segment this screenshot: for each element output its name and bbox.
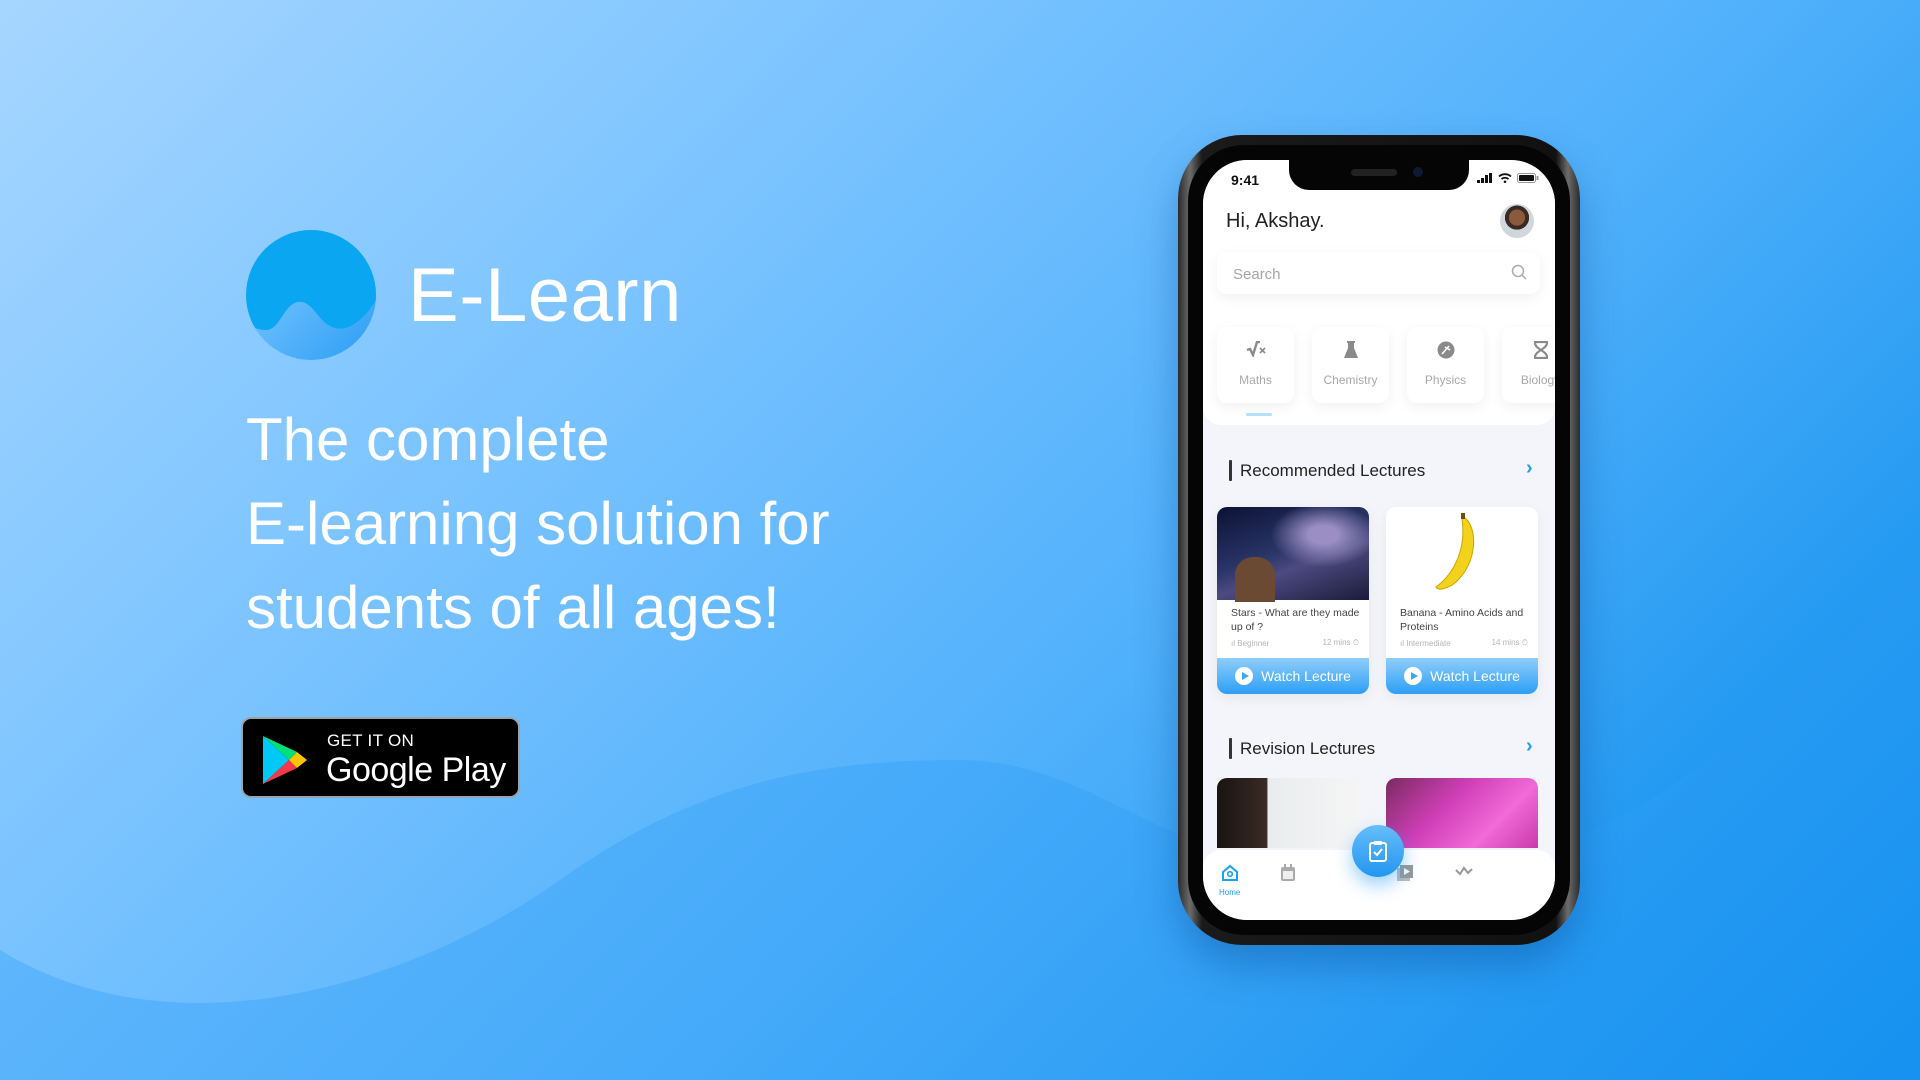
user-avatar[interactable] bbox=[1500, 204, 1534, 238]
tab-home[interactable]: Home bbox=[1219, 864, 1240, 897]
lecture-card[interactable]: Stars - What are they made up of ? ıl Be… bbox=[1217, 507, 1369, 694]
phone-notch bbox=[1289, 160, 1469, 190]
headline-line: E-learning solution for bbox=[246, 490, 830, 557]
section-recommended-title: Recommended Lectures bbox=[1229, 460, 1425, 481]
category-label: Biology bbox=[1520, 373, 1555, 387]
play-icon bbox=[1404, 667, 1423, 685]
category-label: Physics bbox=[1424, 373, 1467, 387]
headline-line: The complete bbox=[246, 406, 610, 473]
floating-action-button[interactable] bbox=[1352, 825, 1404, 877]
headline-line: students of all ages! bbox=[246, 574, 780, 641]
status-time: 9:41 bbox=[1231, 172, 1260, 188]
search-box bbox=[1217, 252, 1540, 296]
google-play-badge[interactable]: GET IT ON Google Play bbox=[241, 717, 520, 798]
whiteboard-drawing-image[interactable] bbox=[1217, 778, 1359, 848]
calendar-icon bbox=[1281, 864, 1295, 881]
search-icon[interactable] bbox=[1511, 264, 1527, 280]
google-play-icon bbox=[263, 736, 307, 784]
timer-icon: ⏱ bbox=[1352, 638, 1359, 647]
night-sky-image bbox=[1217, 507, 1369, 602]
category-active-indicator bbox=[1246, 413, 1272, 416]
category-chemistry[interactable]: Chemistry bbox=[1312, 327, 1389, 403]
search-input[interactable] bbox=[1231, 252, 1495, 296]
lecture-level: ıl Beginner bbox=[1231, 639, 1270, 648]
lecture-title: Banana - Amino Acids and Proteins bbox=[1400, 607, 1524, 633]
tab-activity[interactable] bbox=[1455, 864, 1473, 883]
lecture-duration: 14 mins ⏱ bbox=[1491, 638, 1529, 647]
section-revision-title: Revision Lectures bbox=[1229, 738, 1375, 759]
lecture-duration: 12 mins ⏱ bbox=[1322, 638, 1360, 647]
category-label: Chemistry bbox=[1323, 373, 1378, 387]
lecture-card[interactable]: Banana - Amino Acids and Proteins ıl Int… bbox=[1386, 507, 1538, 694]
flask-icon bbox=[1343, 341, 1358, 358]
home-icon bbox=[1221, 864, 1238, 881]
phone-screen: 9:41 Hi, Akshay. Maths Chemistry Physics… bbox=[1203, 160, 1555, 920]
category-physics[interactable]: Physics bbox=[1407, 327, 1484, 403]
status-icons bbox=[1477, 173, 1539, 183]
banana-image bbox=[1386, 507, 1538, 600]
play-icon bbox=[1235, 667, 1254, 685]
tab-calendar[interactable] bbox=[1280, 864, 1296, 887]
clipboard-check-icon bbox=[1369, 841, 1387, 862]
tab-videos[interactable] bbox=[1396, 864, 1414, 887]
battery-icon bbox=[1517, 173, 1539, 183]
section-title-text: Recommended Lectures bbox=[1240, 460, 1426, 480]
badge-small-text: GET IT ON bbox=[327, 731, 415, 750]
square-root-icon bbox=[1246, 340, 1266, 359]
watch-lecture-button[interactable]: Watch Lecture bbox=[1386, 658, 1538, 694]
wifi-icon bbox=[1498, 173, 1512, 183]
dna-icon bbox=[1533, 340, 1548, 360]
category-label: Maths bbox=[1239, 373, 1272, 387]
chevron-right-icon[interactable]: › bbox=[1526, 457, 1533, 480]
category-maths[interactable]: Maths bbox=[1217, 327, 1294, 403]
watch-lecture-button[interactable]: Watch Lecture bbox=[1217, 658, 1369, 694]
headline: The complete E-learning solution for stu… bbox=[246, 398, 830, 650]
e-learn-logo-icon bbox=[246, 230, 376, 360]
lecture-level: ıl Intermediate bbox=[1400, 639, 1451, 648]
greeting: Hi, Akshay. bbox=[1226, 210, 1325, 232]
chevron-right-icon[interactable]: › bbox=[1526, 735, 1533, 758]
category-list: Maths Chemistry Physics Biology bbox=[1217, 327, 1555, 403]
badge-big-text: Google Play bbox=[326, 751, 506, 789]
signal-icon bbox=[1477, 173, 1492, 183]
lab-scientist-image[interactable] bbox=[1386, 778, 1538, 848]
lecture-title: Stars - What are they made up of ? bbox=[1231, 607, 1360, 633]
section-title-text: Revision Lectures bbox=[1240, 738, 1376, 758]
brand-name: E-Learn bbox=[408, 253, 682, 338]
timer-icon: ⏱ bbox=[1521, 638, 1528, 647]
activity-icon bbox=[1455, 866, 1473, 876]
atom-icon bbox=[1437, 341, 1454, 359]
category-biology[interactable]: Biology bbox=[1502, 327, 1555, 403]
